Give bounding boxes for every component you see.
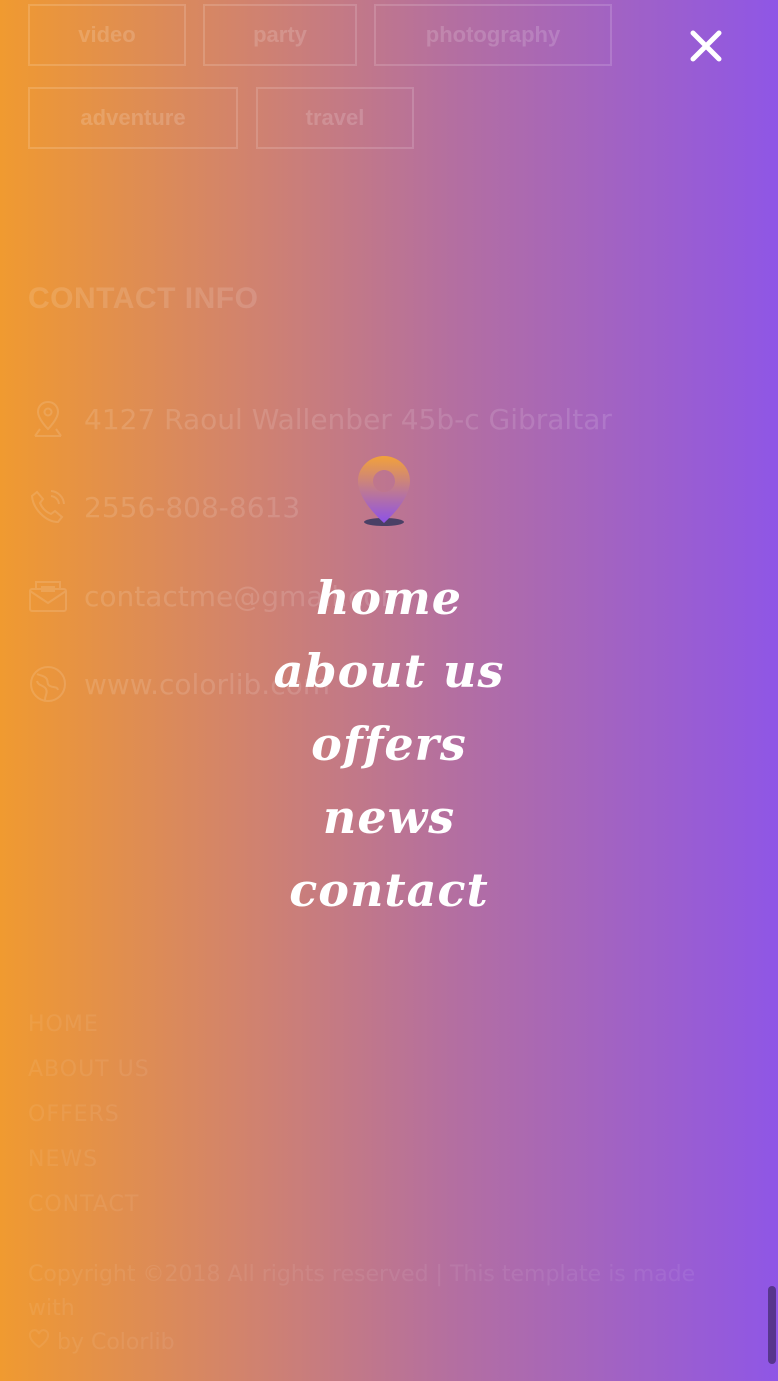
copyright: Copyright ©2018 All rights reserved | Th…: [28, 1258, 748, 1360]
copyright-line-2: by Colorlib: [57, 1330, 175, 1355]
footer-link-home[interactable]: HOME: [28, 1012, 99, 1037]
scrollbar-thumb[interactable]: [768, 1286, 776, 1364]
footer-link-contact[interactable]: CONTACT: [28, 1192, 139, 1217]
menu-item-contact[interactable]: contact: [289, 854, 488, 927]
menu-item-home[interactable]: home: [316, 562, 462, 635]
footer-link-news[interactable]: NEWS: [28, 1147, 98, 1172]
location-pin-logo-icon: [352, 452, 416, 532]
menu-item-offers[interactable]: offers: [311, 708, 467, 781]
heart-icon: [28, 1326, 50, 1360]
close-button[interactable]: [682, 22, 730, 70]
menu-item-about-us[interactable]: about us: [274, 635, 505, 708]
footer-link-about-us[interactable]: ABOUT US: [28, 1057, 150, 1082]
footer-link-offers[interactable]: OFFERS: [28, 1102, 120, 1127]
overlay-menu: home about us offers news contact: [0, 562, 778, 927]
close-icon: [690, 30, 722, 62]
menu-item-news[interactable]: news: [323, 781, 455, 854]
copyright-line-1: Copyright ©2018 All rights reserved | Th…: [28, 1262, 696, 1321]
